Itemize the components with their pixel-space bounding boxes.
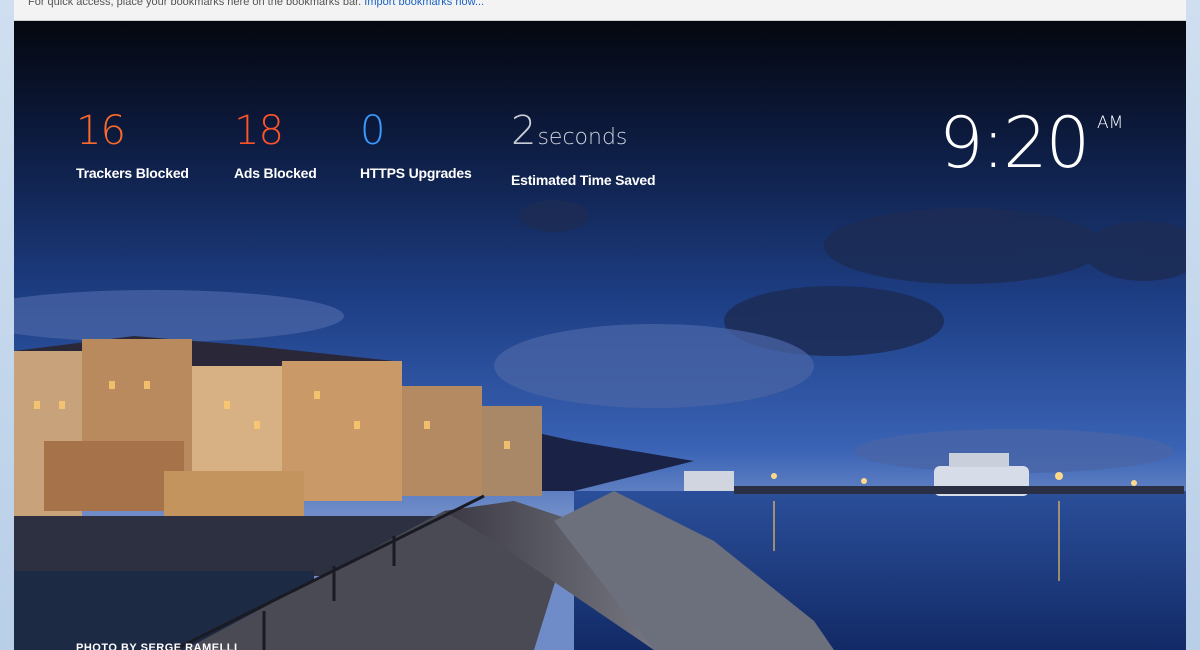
- clock-time: 9:20: [939, 102, 1090, 184]
- stat-trackers-blocked: 16 Trackers Blocked: [76, 109, 189, 181]
- ads-blocked-count: 18: [234, 108, 284, 154]
- stat-https-upgrades: 0 HTTPS Upgrades: [360, 109, 472, 181]
- new-tab-page: 16 Trackers Blocked 18 Ads Blocked 0 HTT…: [14, 21, 1186, 650]
- stat-time-saved: 2seconds Estimated Time Saved: [511, 108, 656, 188]
- time-saved-value: 2: [511, 108, 536, 154]
- photo-credit[interactable]: PHOTO BY SERGE RAMELLI: [76, 642, 238, 650]
- bookmarks-bar-message: For quick access, place your bookmarks h…: [28, 0, 362, 8]
- ads-blocked-label: Ads Blocked: [234, 165, 317, 181]
- clock: 9:20 AM: [939, 102, 1123, 184]
- trackers-blocked-label: Trackers Blocked: [76, 165, 189, 181]
- time-saved-unit: seconds: [537, 125, 628, 150]
- https-upgrades-label: HTTPS Upgrades: [360, 165, 472, 181]
- time-saved-label: Estimated Time Saved: [511, 172, 656, 188]
- trackers-blocked-count: 16: [76, 108, 126, 154]
- bookmarks-bar: For quick access, place your bookmarks h…: [14, 0, 1186, 21]
- browser-frame-right: [1185, 0, 1200, 650]
- import-bookmarks-link[interactable]: Import bookmarks now...: [364, 0, 484, 8]
- browser-frame-left: [0, 0, 15, 650]
- clock-ampm: AM: [1097, 113, 1124, 133]
- https-upgrades-count: 0: [360, 108, 385, 154]
- stat-ads-blocked: 18 Ads Blocked: [234, 109, 317, 181]
